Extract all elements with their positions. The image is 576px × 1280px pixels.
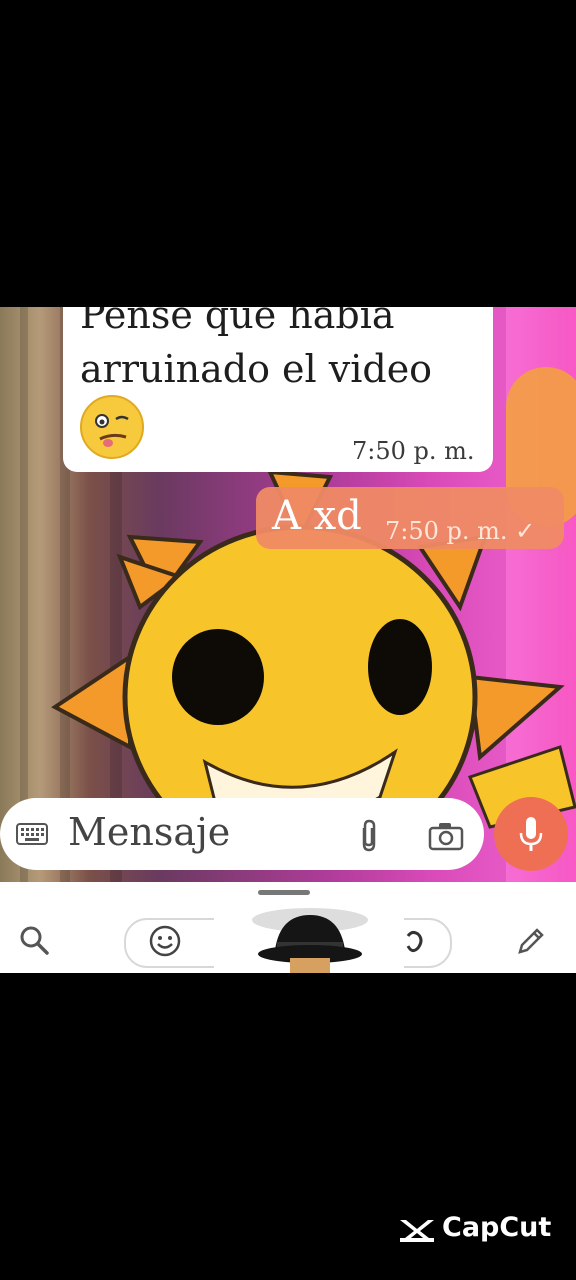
message-input[interactable]: Mensaje: [68, 810, 230, 854]
video-frame: Pense que habia arruinado el video 7:50 …: [0, 307, 576, 882]
incoming-message-line-2: arruinado el video: [80, 347, 433, 391]
letterbox-top: [0, 0, 576, 307]
fedora-hat-sticker: [252, 908, 368, 973]
woozy-face-emoji: [80, 395, 144, 459]
search-icon[interactable]: [18, 924, 50, 956]
pencil-icon[interactable]: [514, 924, 548, 958]
microphone-icon: [519, 817, 543, 851]
capcut-logo-icon: [400, 1220, 434, 1242]
outgoing-message-text: A xd: [272, 493, 362, 539]
incoming-message-time: 7:50 p. m.: [352, 437, 475, 465]
paperclip-icon[interactable]: [356, 818, 382, 854]
capcut-watermark: CapCut: [442, 1212, 552, 1243]
smile-icon[interactable]: [148, 924, 182, 958]
drag-handle[interactable]: [258, 890, 310, 895]
incoming-message-line-1: Pense que habia: [80, 307, 395, 337]
gif-icon[interactable]: [402, 926, 428, 956]
camera-icon[interactable]: [428, 821, 464, 851]
keyboard-icon[interactable]: [16, 823, 48, 845]
outgoing-message-time: 7:50 p. m. ✓: [385, 517, 536, 545]
